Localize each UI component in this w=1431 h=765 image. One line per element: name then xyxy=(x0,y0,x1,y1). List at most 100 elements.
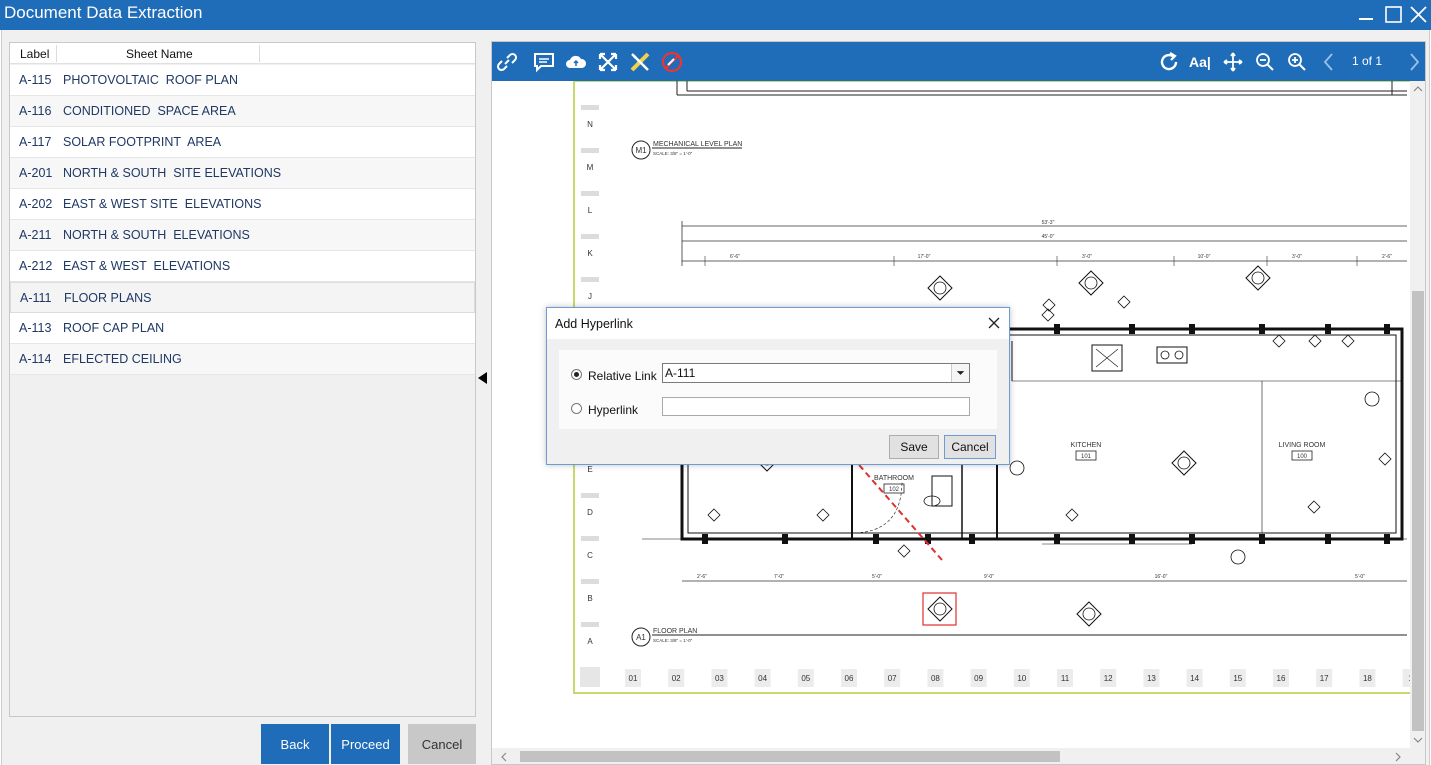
row-label: D xyxy=(587,508,593,517)
top-dimension: 17'-0" xyxy=(918,254,931,260)
hyperlink-input[interactable] xyxy=(662,397,970,416)
section-tag-circle xyxy=(933,281,947,295)
bottom-dimension: 16'-0" xyxy=(1155,574,1168,580)
relative-link-value: A-111 xyxy=(665,366,696,380)
sheet-row-name: NORTH & SOUTH SITE ELEVATIONS xyxy=(63,166,282,180)
dialog-close-icon[interactable] xyxy=(987,316,1001,330)
top-dimension: 3'-0" xyxy=(1292,254,1302,260)
wall-post xyxy=(1384,324,1390,334)
column-label: 18 xyxy=(1363,674,1372,683)
sheet-row-label: A-114 xyxy=(19,352,52,366)
row-label: N xyxy=(587,120,593,129)
scroll-down-icon[interactable] xyxy=(1413,736,1423,744)
sheet-row[interactable]: A-117 SOLAR FOOTPRINT AREA xyxy=(10,127,475,158)
row-label: B xyxy=(587,594,592,603)
scroll-left-icon[interactable] xyxy=(500,752,508,762)
column-label: 13 xyxy=(1147,674,1156,683)
relative-link-label: Relative Link xyxy=(588,369,657,383)
relative-link-select[interactable]: A-111 xyxy=(662,363,970,383)
keynote-diamond xyxy=(1117,295,1131,309)
back-button[interactable]: Back xyxy=(261,724,329,764)
wall-post xyxy=(969,534,975,544)
sheet-row[interactable]: A-212 EAST & WEST ELEVATIONS xyxy=(10,251,475,282)
wall-post xyxy=(1129,324,1135,334)
dialog-cancel-button[interactable]: Cancel xyxy=(944,435,996,459)
proceed-button[interactable]: Proceed xyxy=(331,724,400,764)
row-tick xyxy=(581,277,599,282)
comment-icon[interactable] xyxy=(532,50,556,74)
cancel-button[interactable]: Cancel xyxy=(408,724,476,764)
pan-icon[interactable] xyxy=(1221,50,1245,74)
row-tick xyxy=(581,493,599,498)
column-label: 17 xyxy=(1320,674,1329,683)
keynote-diamond xyxy=(1378,452,1392,466)
close-icon[interactable] xyxy=(1407,4,1429,26)
dialog-save-button[interactable]: Save xyxy=(889,435,939,459)
link-icon[interactable] xyxy=(495,50,519,74)
column-header-sheet-name[interactable]: Sheet Name xyxy=(126,47,193,61)
section-tag-circle xyxy=(1177,456,1191,470)
sheet-row[interactable]: A-211 NORTH & SOUTH ELEVATIONS xyxy=(10,220,475,251)
no-edit-icon[interactable] xyxy=(660,50,684,74)
maximize-icon[interactable] xyxy=(1382,4,1404,26)
column-label: 15 xyxy=(1233,674,1242,683)
top-dimension: 10'-0" xyxy=(1198,254,1211,260)
detail-tag-circle xyxy=(1230,549,1246,565)
row-tick xyxy=(581,622,599,627)
sheet-row[interactable]: A-111 FLOOR PLANS xyxy=(10,282,475,313)
keynote-diamond xyxy=(1308,334,1322,348)
column-label: 01 xyxy=(629,674,638,683)
keynote-diamond xyxy=(1042,298,1056,312)
column-labels: 0102030405060708091011121314151617181 xyxy=(625,669,1410,687)
minimize-icon[interactable] xyxy=(1355,4,1377,26)
next-page-icon[interactable] xyxy=(1402,50,1426,74)
column-header-label[interactable]: Label xyxy=(20,47,49,61)
sheet-row[interactable]: A-202 EAST & WEST SITE ELEVATIONS xyxy=(10,189,475,220)
sheet-row[interactable]: A-116 CONDITIONED SPACE AREA xyxy=(10,96,475,127)
row-tick xyxy=(581,148,599,153)
fit-arrows-icon[interactable] xyxy=(596,50,620,74)
relative-link-radio[interactable] xyxy=(571,369,582,380)
scroll-up-icon[interactable] xyxy=(1413,85,1423,93)
window-title: Document Data Extraction xyxy=(4,3,203,22)
rotate-icon[interactable] xyxy=(1157,50,1181,74)
room-living-number: 100 xyxy=(1297,454,1308,460)
room-living-name: LIVING ROOM xyxy=(1279,442,1326,449)
top-dimension: 2'-6" xyxy=(1382,254,1392,260)
zoom-in-icon[interactable] xyxy=(1285,50,1309,74)
text-size-icon[interactable]: Aa| xyxy=(1189,54,1211,70)
hyperlink-radio[interactable] xyxy=(571,403,582,414)
collapse-panel-arrow-icon[interactable] xyxy=(478,372,487,384)
scroll-right-icon[interactable] xyxy=(1394,752,1402,762)
detail-tag-circle xyxy=(1009,460,1025,476)
cloud-icon[interactable] xyxy=(564,50,588,74)
sheet-row[interactable]: A-113 ROOF CAP PLAN xyxy=(10,313,475,344)
measure-icon[interactable] xyxy=(628,50,652,74)
viewer-toolbar: Aa| 1 of 1 xyxy=(492,42,1426,81)
section-tag-circle xyxy=(1251,271,1265,285)
floor-tag: A1 xyxy=(636,633,646,642)
prev-page-icon[interactable] xyxy=(1317,50,1341,74)
mechanical-title: MECHANICAL LEVEL PLAN xyxy=(653,141,742,148)
column-label: 14 xyxy=(1190,674,1199,683)
chevron-down-icon[interactable] xyxy=(951,364,969,382)
column-label: 05 xyxy=(801,674,810,683)
sheet-row[interactable]: A-114 EFLECTED CEILING xyxy=(10,344,475,375)
overall-dimension: 53'-3" xyxy=(1042,220,1055,226)
sheet-row[interactable]: A-115 PHOTOVOLTAIC ROOF PLAN xyxy=(10,65,475,96)
zoom-out-icon[interactable] xyxy=(1253,50,1277,74)
column-label: 16 xyxy=(1277,674,1286,683)
sheet-row-name: EFLECTED CEILING xyxy=(63,352,182,366)
room-kitchen-name: KITCHEN xyxy=(1071,442,1102,449)
wall-post xyxy=(1054,324,1060,334)
horizontal-scroll-thumb[interactable] xyxy=(520,751,1060,762)
sheet-row-label: A-211 xyxy=(19,228,52,242)
vertical-scroll-thumb[interactable] xyxy=(1412,291,1424,731)
sheet-row[interactable]: A-201 NORTH & SOUTH SITE ELEVATIONS xyxy=(10,158,475,189)
vertical-scrollbar[interactable] xyxy=(1410,81,1425,748)
floor-scale: SCALE: 3/8" = 1'-0" xyxy=(653,638,693,643)
top-dimension: 6'-6" xyxy=(730,254,740,260)
row-label: C xyxy=(587,551,593,560)
horizontal-scrollbar[interactable] xyxy=(492,748,1410,764)
bottom-dimension-labels: 2'-6" 7'-0" 5'-0" 9'-0" 16'-0" 5'-0" xyxy=(697,574,1365,580)
